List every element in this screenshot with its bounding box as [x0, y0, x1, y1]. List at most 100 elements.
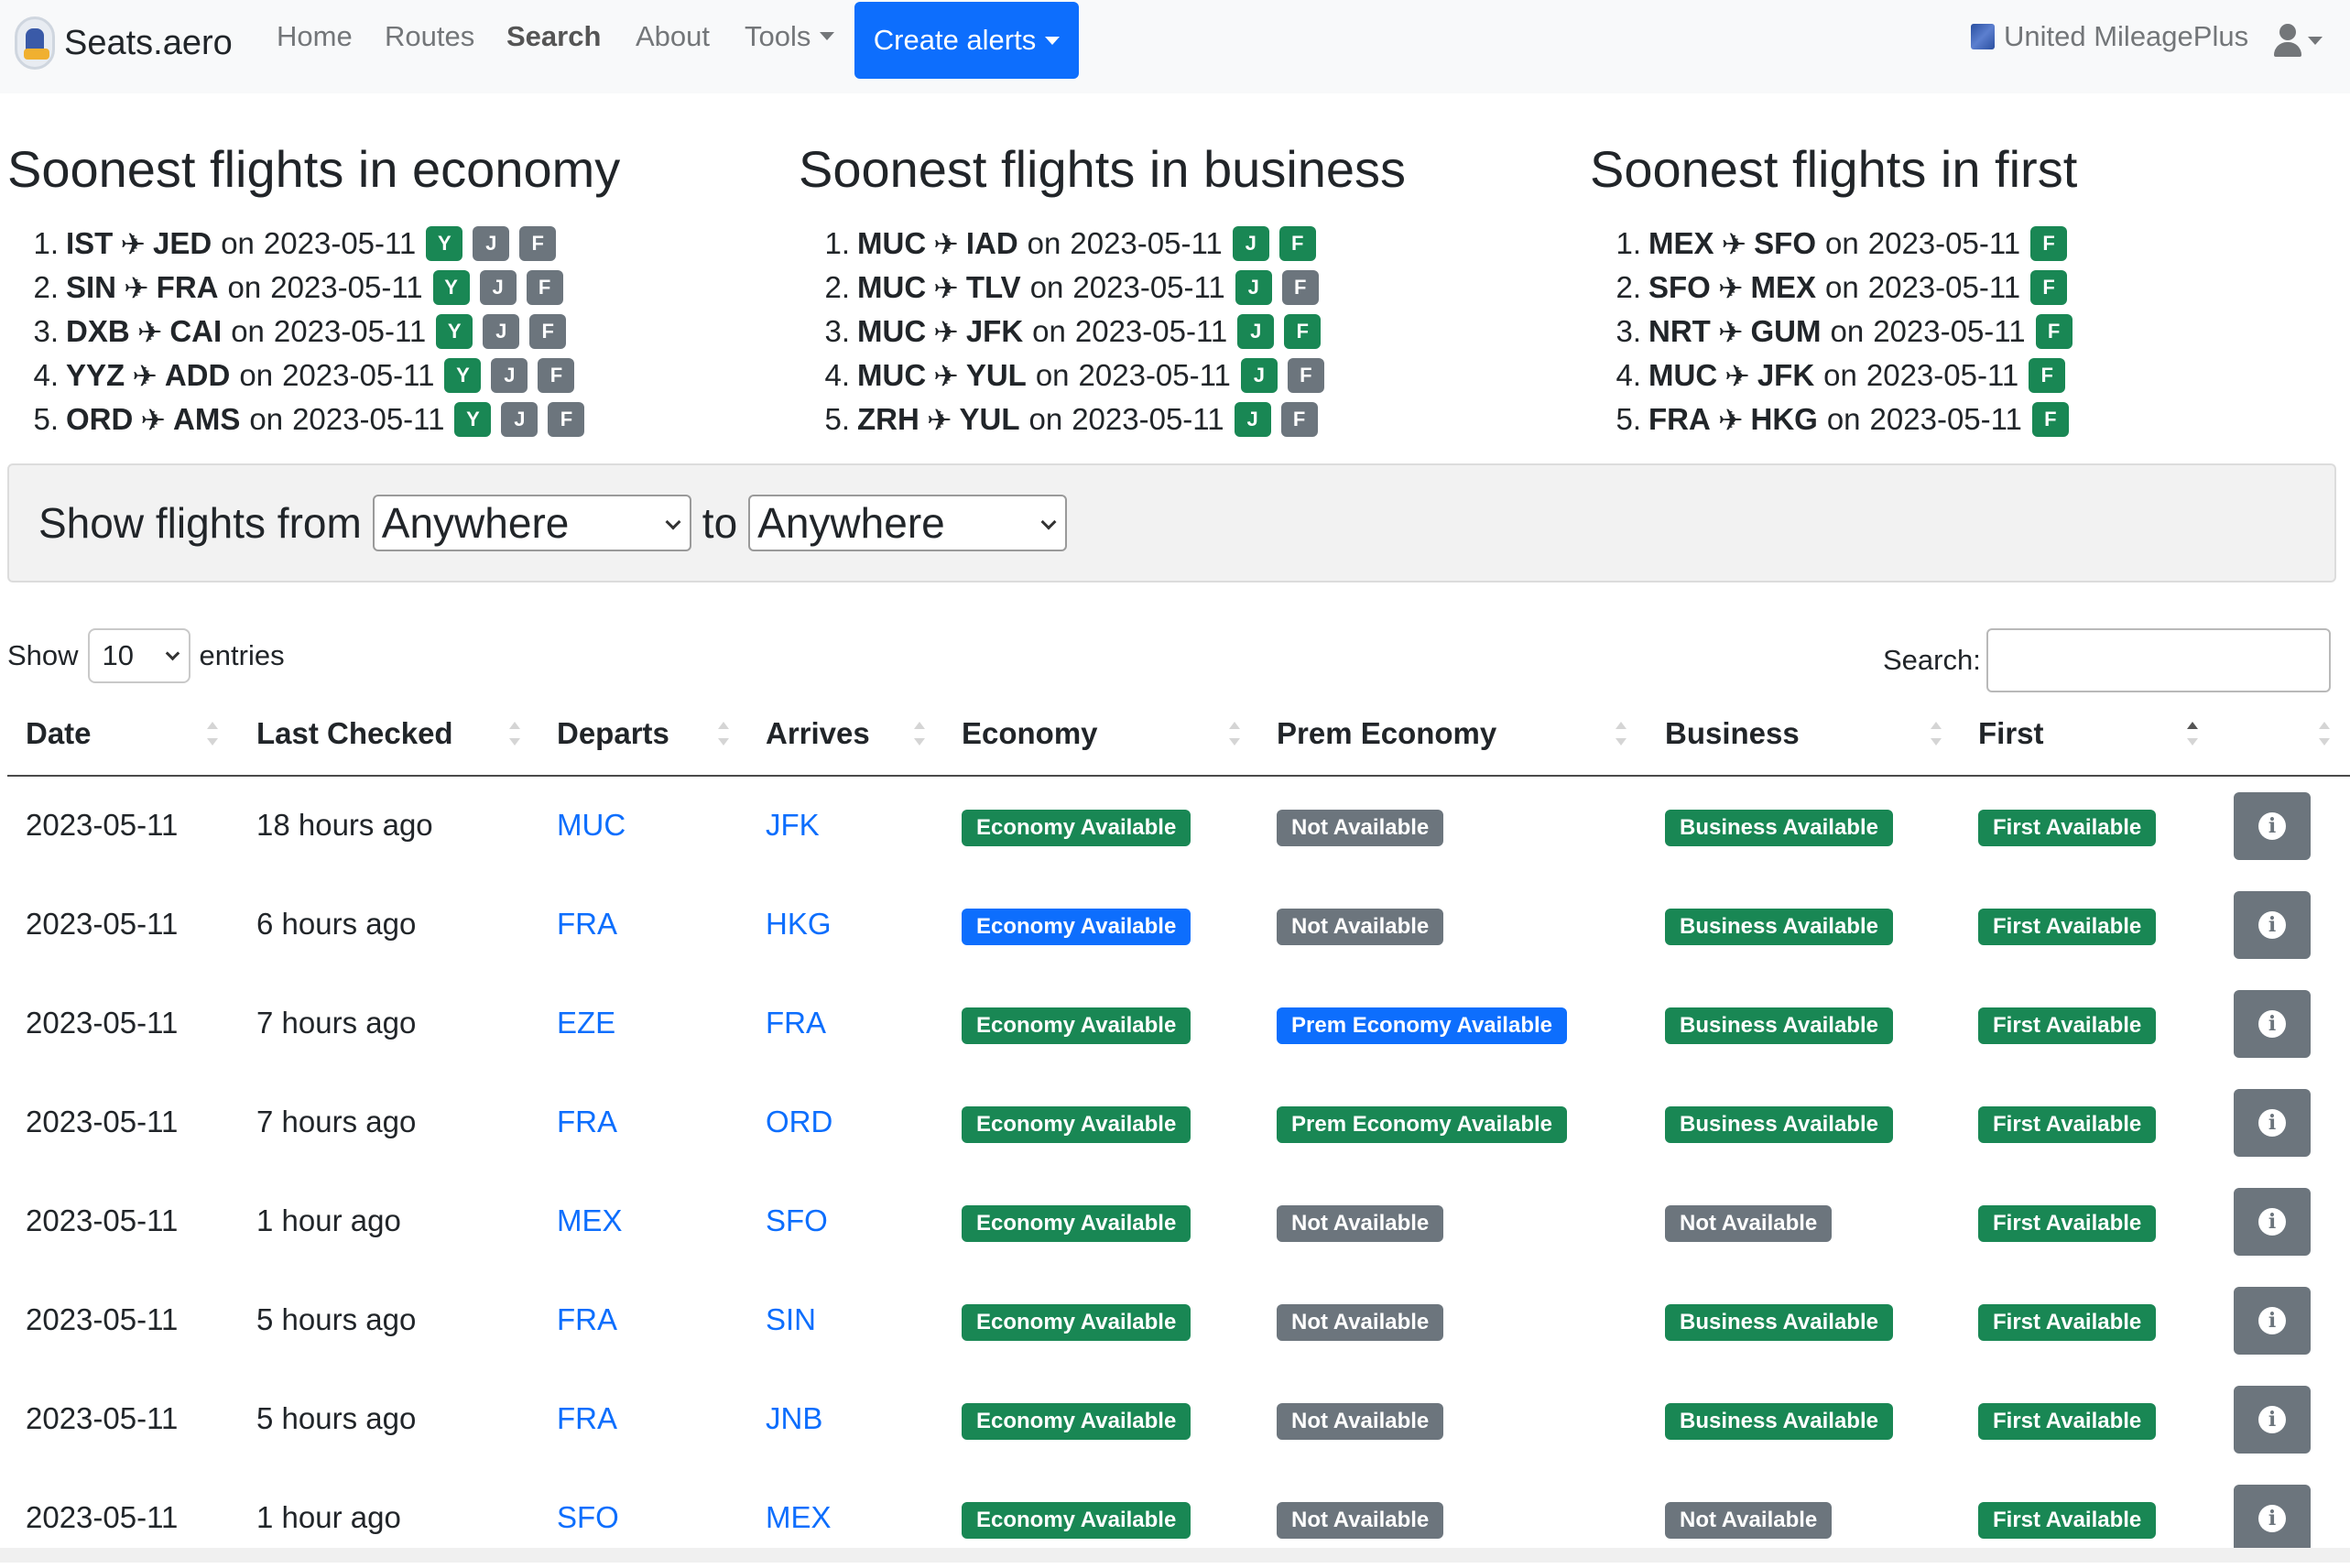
origin-select[interactable]: Anywhere — [372, 495, 691, 551]
user-icon[interactable] — [2271, 24, 2304, 57]
arrives-link[interactable]: HKG — [766, 907, 832, 942]
nav-about[interactable]: About — [636, 20, 710, 53]
soonest-item[interactable]: 1. MUC ✈ IAD on 2023-05-11 J F — [799, 222, 1406, 266]
sort-icon[interactable] — [914, 718, 927, 751]
arrives-link[interactable]: SIN — [766, 1302, 816, 1337]
sort-icon[interactable] — [1229, 718, 1242, 751]
col-date[interactable]: Date — [26, 716, 92, 751]
chevron-down-icon[interactable] — [2308, 37, 2323, 45]
flight-date: 2023-05-11 — [263, 226, 417, 260]
departs-link[interactable]: MEX — [557, 1203, 623, 1238]
details-button[interactable]: i — [2234, 1188, 2311, 1256]
create-alerts-button[interactable]: Create alerts — [854, 2, 1079, 79]
details-button[interactable]: i — [2234, 891, 2311, 959]
soonest-item[interactable]: 2. SFO ✈ MEX on 2023-05-11 F — [1590, 266, 2077, 310]
departs-link[interactable]: EZE — [557, 1006, 615, 1040]
soonest-item[interactable]: 2. SIN ✈ FRA on 2023-05-11 Y J F — [7, 266, 620, 310]
departs-link[interactable]: MUC — [557, 808, 626, 843]
table-header: Date Last Checked Departs Arrives Econom… — [7, 703, 2350, 777]
arrives-link[interactable]: SFO — [766, 1203, 828, 1238]
page-bottom-edge — [0, 1548, 2350, 1563]
details-button[interactable]: i — [2234, 1386, 2311, 1454]
soonest-item[interactable]: 1. MEX ✈ SFO on 2023-05-11 F — [1590, 222, 2077, 266]
arrives-link[interactable]: MEX — [766, 1500, 832, 1535]
soonest-item[interactable]: 5. ZRH ✈ YUL on 2023-05-11 J F — [799, 397, 1406, 441]
cabin-badge: J — [479, 270, 517, 305]
plane-icon: ✈ — [1721, 226, 1747, 261]
arrives-link[interactable]: JNB — [766, 1401, 822, 1436]
departs-link[interactable]: FRA — [557, 1105, 617, 1139]
details-button[interactable]: i — [2234, 990, 2311, 1058]
departs-link[interactable]: FRA — [557, 1302, 617, 1337]
plane-icon: ✈ — [1724, 358, 1750, 393]
col-last-checked[interactable]: Last Checked — [256, 716, 453, 751]
cabin-badge: F — [538, 358, 575, 393]
program-selector[interactable]: United MileagePlus — [1971, 20, 2248, 53]
economy-badge: Economy Available — [962, 810, 1191, 846]
info-icon: i — [2258, 911, 2286, 939]
plane-icon: ✈ — [933, 314, 959, 349]
origin-code: YYZ — [66, 358, 125, 392]
col-economy[interactable]: Economy — [962, 716, 1098, 751]
sort-icon[interactable] — [718, 718, 731, 751]
arrives-link[interactable]: ORD — [766, 1105, 832, 1139]
cabin-badge: F — [2031, 402, 2069, 437]
soonest-item[interactable]: 4. YYZ ✈ ADD on 2023-05-11 Y J F — [7, 354, 620, 397]
nav-search[interactable]: Search — [506, 20, 601, 53]
col-prem-economy[interactable]: Prem Economy — [1277, 716, 1496, 751]
entries-control: Show 10 entries — [7, 628, 285, 683]
origin-code: SFO — [1648, 270, 1711, 304]
soonest-item[interactable]: 1. IST ✈ JED on 2023-05-11 Y J F — [7, 222, 620, 266]
business-badge: Not Available — [1665, 1205, 1833, 1242]
cabin-badge: Y — [454, 402, 492, 437]
details-button[interactable]: i — [2234, 1287, 2311, 1355]
details-button[interactable]: i — [2234, 1089, 2311, 1157]
soonest-item[interactable]: 5. ORD ✈ AMS on 2023-05-11 Y J F — [7, 397, 620, 441]
cabin-badge: J — [483, 314, 520, 349]
soonest-item[interactable]: 3. NRT ✈ GUM on 2023-05-11 F — [1590, 310, 2077, 354]
soonest-item[interactable]: 4. MUC ✈ JFK on 2023-05-11 F — [1590, 354, 2077, 397]
table-row: 2023-05-11 7 hours ago EZE FRA Economy A… — [7, 975, 2350, 1073]
soonest-item[interactable]: 5. FRA ✈ HKG on 2023-05-11 F — [1590, 397, 2077, 441]
sort-icon[interactable] — [1931, 718, 1943, 751]
sort-asc-icon[interactable] — [2187, 718, 2200, 751]
table-row: 2023-05-11 5 hours ago FRA JNB Economy A… — [7, 1370, 2350, 1469]
nav-tools-dropdown[interactable]: Tools — [745, 20, 834, 53]
business-badge: Business Available — [1665, 1403, 1893, 1440]
departs-link[interactable]: SFO — [557, 1500, 619, 1535]
soonest-item[interactable]: 3. MUC ✈ JFK on 2023-05-11 J F — [799, 310, 1406, 354]
arrives-link[interactable]: JFK — [766, 808, 820, 843]
entries-select[interactable]: 10 — [87, 628, 190, 683]
plane-icon: ✈ — [933, 358, 959, 393]
sort-icon[interactable] — [509, 718, 522, 751]
sort-icon[interactable] — [2319, 718, 2332, 751]
soonest-item[interactable]: 4. MUC ✈ YUL on 2023-05-11 J F — [799, 354, 1406, 397]
flight-date: 2023-05-11 — [292, 402, 445, 436]
sort-icon[interactable] — [207, 718, 220, 751]
soonest-item[interactable]: 2. MUC ✈ TLV on 2023-05-11 J F — [799, 266, 1406, 310]
destination-code: AMS — [173, 402, 241, 436]
departs-link[interactable]: FRA — [557, 907, 617, 942]
col-arrives[interactable]: Arrives — [766, 716, 870, 751]
origin-value: Anywhere — [381, 499, 570, 547]
table-row: 2023-05-11 1 hour ago MEX SFO Economy Av… — [7, 1172, 2350, 1271]
departs-link[interactable]: FRA — [557, 1401, 617, 1436]
brand-link[interactable]: Seats.aero — [15, 15, 233, 71]
col-first[interactable]: First — [1978, 716, 2044, 751]
nav-routes[interactable]: Routes — [385, 20, 474, 53]
search-input[interactable] — [1986, 628, 2331, 692]
cabin-badge: J — [473, 226, 510, 261]
col-business[interactable]: Business — [1665, 716, 1800, 751]
flight-date: 2023-05-11 — [270, 270, 423, 304]
soonest-item[interactable]: 3. DXB ✈ CAI on 2023-05-11 Y J F — [7, 310, 620, 354]
cabin-badge: F — [2035, 314, 2073, 349]
sort-icon[interactable] — [1616, 718, 1628, 751]
col-departs[interactable]: Departs — [557, 716, 669, 751]
details-button[interactable]: i — [2234, 1485, 2311, 1552]
details-button[interactable]: i — [2234, 792, 2311, 860]
cell-date: 2023-05-11 — [26, 907, 179, 941]
arrives-link[interactable]: FRA — [766, 1006, 826, 1040]
nav-home[interactable]: Home — [277, 20, 353, 53]
prem-economy-badge: Prem Economy Available — [1277, 1106, 1567, 1143]
destination-select[interactable]: Anywhere — [748, 495, 1068, 551]
